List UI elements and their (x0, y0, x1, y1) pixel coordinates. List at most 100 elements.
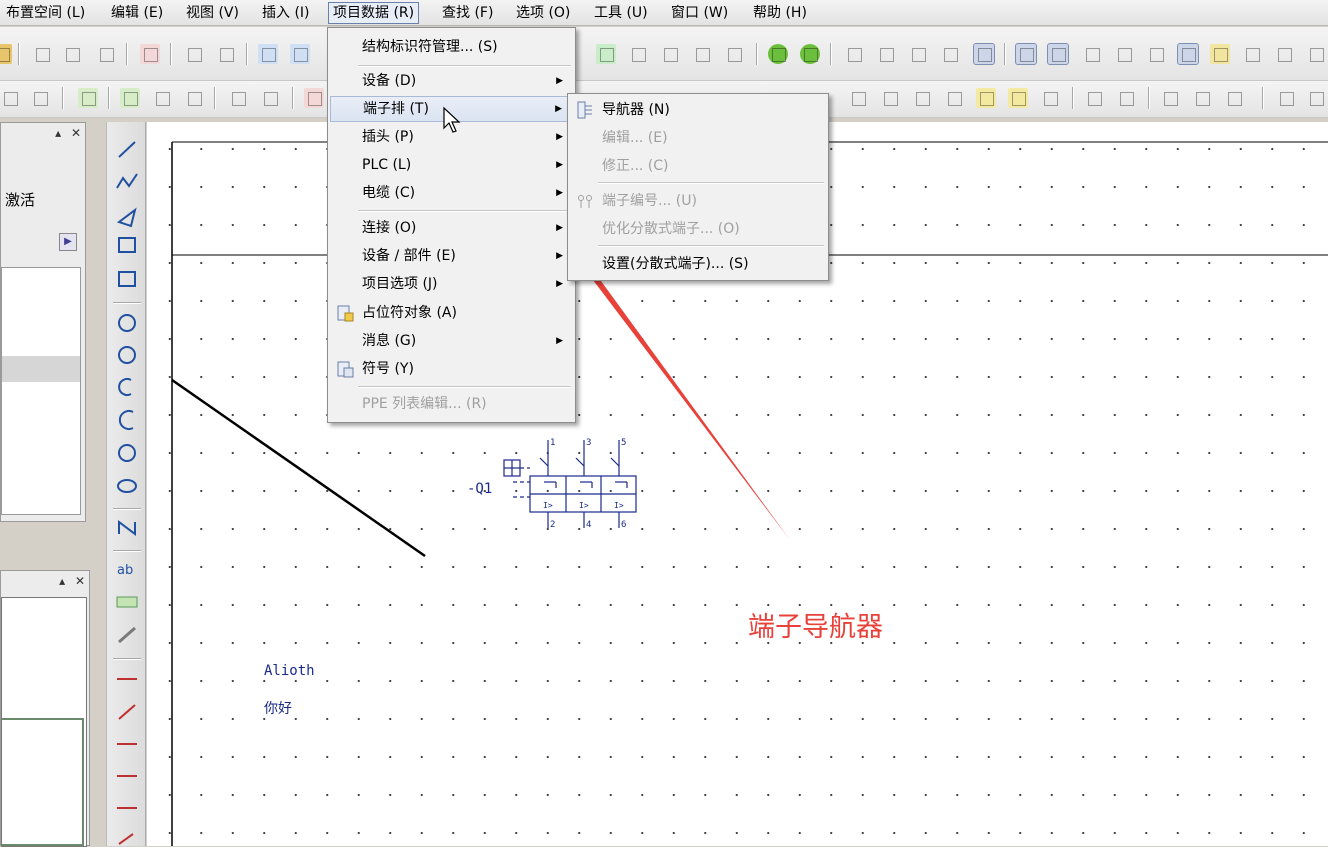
terminal-g-icon[interactable] (1040, 88, 1060, 108)
menu-layout-space[interactable]: 布置空间 (L) (2, 2, 89, 24)
menu-view[interactable]: 视图 (V) (182, 2, 243, 24)
tree-selected-row[interactable] (2, 356, 80, 382)
canvas-text-alioth[interactable]: Alioth (264, 663, 315, 679)
menu-item-device-parts[interactable]: 设备 / 部件 (E) ▶ (330, 243, 573, 269)
cut-icon[interactable] (32, 44, 52, 64)
back-icon[interactable] (768, 44, 788, 64)
menu-item-devices[interactable]: 设备 (D) ▶ (330, 68, 573, 94)
location-box-icon[interactable] (1224, 88, 1244, 108)
menu-item-structure-identifier[interactable]: 结构标识符管理... (S) (330, 34, 573, 60)
page-tree[interactable] (1, 267, 81, 515)
flag-icon[interactable] (184, 88, 204, 108)
menu-find[interactable]: 查找 (F) (438, 2, 497, 24)
zoom-fit-icon[interactable] (724, 44, 744, 64)
menu-item-symbols[interactable]: 符号 (Y) (330, 356, 573, 382)
menu-insert[interactable]: 插入 (I) (258, 2, 314, 24)
format-icon[interactable] (184, 44, 204, 64)
menu-item-label: PLC (L) (362, 157, 412, 173)
zoom-in-icon[interactable] (660, 44, 680, 64)
check-run-icon[interactable] (120, 88, 140, 108)
snap-object-icon[interactable] (1047, 43, 1069, 65)
snap-grid-icon[interactable] (1015, 43, 1037, 65)
menu-item-messages[interactable]: 消息 (G) ▶ (330, 328, 573, 354)
distribute-icon[interactable] (30, 88, 50, 108)
connection-icon[interactable] (1177, 43, 1199, 65)
redo-icon[interactable] (290, 44, 310, 64)
undo-icon[interactable] (258, 44, 278, 64)
pin-icon[interactable]: ▴ (55, 126, 61, 140)
page-back-icon[interactable] (260, 88, 280, 108)
menu-options[interactable]: 选项 (O) (512, 2, 574, 24)
more-tools-icon[interactable] (1306, 44, 1326, 64)
page-nav-icon[interactable] (152, 88, 172, 108)
submenu-arrow-icon: ▶ (556, 160, 563, 170)
macro-icon[interactable] (78, 88, 98, 108)
terminal-d-icon[interactable] (944, 88, 964, 108)
menu-separator (598, 182, 824, 183)
canvas-text-nihao[interactable]: 你好 (264, 698, 292, 718)
menu-item-connections[interactable]: 连接 (O) ▶ (330, 215, 573, 241)
open-folder-icon[interactable] (0, 44, 12, 64)
terminal-a-icon[interactable] (848, 88, 868, 108)
terminal-b-icon[interactable] (880, 88, 900, 108)
grid-a-icon[interactable] (844, 44, 864, 64)
refresh-icon[interactable] (596, 44, 616, 64)
close-icon[interactable]: ✕ (75, 574, 85, 588)
insert-point-icon[interactable] (1276, 88, 1296, 108)
structure-box-icon[interactable] (1192, 88, 1212, 108)
delete-icon[interactable] (140, 44, 160, 64)
grid-e-icon[interactable] (973, 43, 995, 65)
black-box-icon[interactable] (1160, 88, 1180, 108)
menu-item-label: 连接 (O) (362, 220, 417, 236)
terminal-f-icon[interactable] (1008, 88, 1028, 108)
toolbar-separator (18, 43, 19, 65)
submenu-arrow-icon: ▶ (556, 251, 563, 261)
terminal-e-icon[interactable] (976, 88, 996, 108)
menu-item-label: PPE 列表编辑... (R) (362, 396, 487, 412)
text-box-icon[interactable] (1210, 44, 1230, 64)
check-icon[interactable] (216, 44, 236, 64)
page-forward-icon[interactable] (228, 88, 248, 108)
toolbar-separator (113, 550, 141, 551)
menu-item-settings-distributed[interactable]: 设置(分散式端子)... (S) (570, 251, 826, 277)
menu-help[interactable]: 帮助 (H) (749, 2, 811, 24)
menu-tools[interactable]: 工具 (U) (590, 2, 652, 24)
zoom-window-icon[interactable] (628, 44, 648, 64)
field-icon[interactable] (1274, 44, 1294, 64)
grid-b-icon[interactable] (876, 44, 896, 64)
menu-item-cables[interactable]: 电缆 (C) ▶ (330, 180, 573, 206)
measure-icon[interactable] (1146, 44, 1166, 64)
forward-icon[interactable] (800, 44, 820, 64)
menu-item-edit: 编辑... (E) (570, 125, 826, 151)
menu-project-data[interactable]: 项目数据 (R) (328, 2, 420, 24)
toolbar-separator (1148, 87, 1149, 109)
menu-item-navigator[interactable]: 导航器 (N) (570, 97, 826, 123)
play-button[interactable]: ▶ (59, 233, 77, 251)
pin-icon[interactable]: ▴ (59, 574, 65, 588)
menu-item-placeholder-objects[interactable]: 占位符对象 (A) (330, 300, 573, 326)
menu-item-plc[interactable]: PLC (L) ▶ (330, 152, 573, 178)
potential-a-icon[interactable] (1084, 88, 1104, 108)
grid-c-icon[interactable] (908, 44, 928, 64)
crosshair-icon[interactable] (1082, 44, 1102, 64)
menu-item-label: 设备 / 部件 (E) (362, 248, 456, 264)
delete-page-icon[interactable] (304, 88, 324, 108)
zoom-out-icon[interactable] (692, 44, 712, 64)
copy-icon[interactable] (62, 44, 82, 64)
toolbar-separator (246, 43, 247, 65)
svg-text:ab: ab (117, 563, 133, 578)
align-icon[interactable] (0, 88, 20, 108)
menu-item-project-options[interactable]: 项目选项 (J) ▶ (330, 271, 573, 297)
input-box-icon[interactable] (1242, 44, 1262, 64)
close-icon[interactable]: ✕ (71, 126, 81, 140)
terminal-numbering-icon (578, 195, 592, 208)
insert-frame-icon[interactable] (1306, 88, 1326, 108)
grid-d-icon[interactable] (940, 44, 960, 64)
paste-icon[interactable] (96, 44, 116, 64)
menu-edit[interactable]: 编辑 (E) (107, 2, 167, 24)
svg-text:I>: I> (543, 501, 553, 510)
magnet-icon[interactable] (1114, 44, 1134, 64)
terminal-c-icon[interactable] (912, 88, 932, 108)
potential-b-icon[interactable] (1116, 88, 1136, 108)
menu-window[interactable]: 窗口 (W) (667, 2, 732, 24)
